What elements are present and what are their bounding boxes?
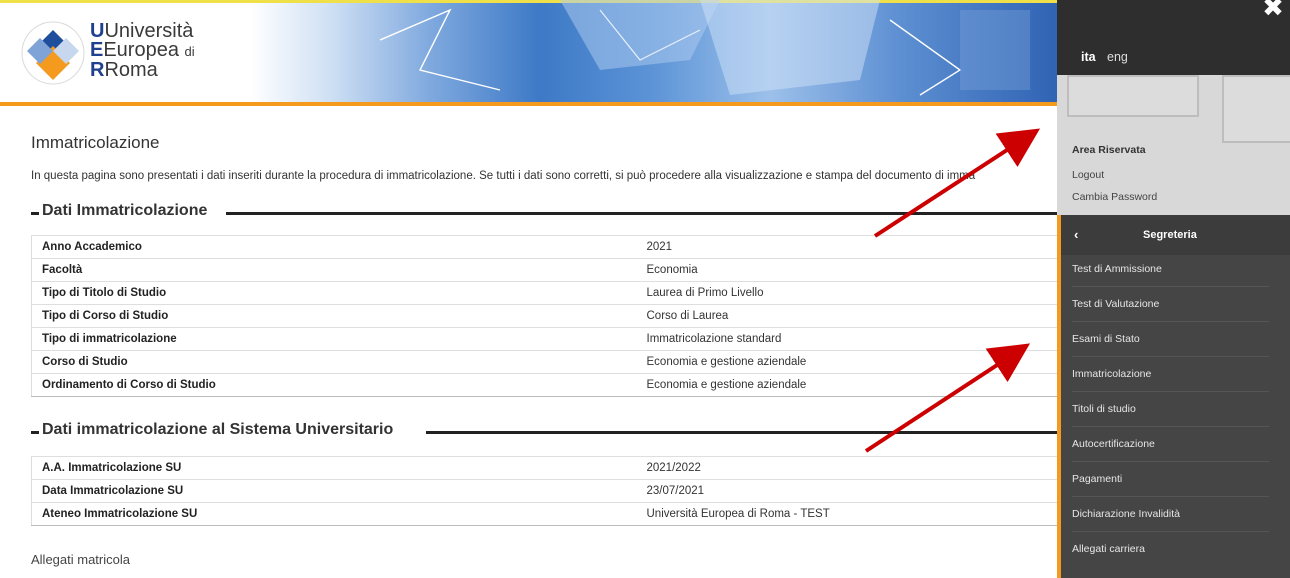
- table-row: Tipo di immatricolazione Immatricolazione…: [31, 327, 1060, 351]
- logout-link[interactable]: Logout: [1072, 169, 1104, 181]
- row-value: Corso di Laurea: [636, 304, 1060, 328]
- menu-item-immatricolazione[interactable]: Immatricolazione: [1072, 357, 1269, 392]
- table-row: Ordinamento di Corso di Studio Economia e…: [31, 373, 1060, 397]
- menu-item-autocertificazione[interactable]: Autocertificazione: [1072, 427, 1269, 462]
- table-row: A.A. Immatricolazione SU 2021/2022: [31, 456, 1060, 480]
- university-seal-icon: [21, 21, 85, 85]
- area-riservata-title: Area Riservata: [1072, 144, 1146, 156]
- language-eng[interactable]: eng: [1107, 50, 1128, 64]
- section-title: Dati Immatricolazione: [42, 202, 212, 220]
- menu-item-test-valutazione[interactable]: Test di Valutazione: [1072, 287, 1269, 322]
- table-row: Facoltà Economia: [31, 258, 1060, 282]
- logo-line-3: Roma: [104, 59, 158, 81]
- user-image-placeholder: [1067, 75, 1199, 117]
- row-value: Economia: [636, 258, 1060, 282]
- side-menu-panel: ✖ ita eng Area Riservata Logout Cambia P…: [1057, 0, 1290, 578]
- row-value: Laurea di Primo Livello: [636, 281, 1060, 305]
- row-label: Tipo di Titolo di Studio: [31, 281, 637, 305]
- sistema-universitario-table: A.A. Immatricolazione SU 2021/2022 Data I…: [31, 456, 1060, 526]
- row-value: 2021/2022: [636, 456, 1060, 480]
- side-panel-top: ✖ ita eng: [1057, 0, 1290, 75]
- university-logo[interactable]: UUniversità EEuropea di RRoma: [20, 18, 220, 90]
- chevron-left-icon[interactable]: ‹: [1074, 227, 1078, 242]
- main-content: Immatricolazione In questa pagina sono p…: [31, 106, 1060, 578]
- menu-item-pagamenti[interactable]: Pagamenti: [1072, 462, 1269, 497]
- change-password-link[interactable]: Cambia Password: [1072, 191, 1157, 203]
- table-row: Ateneo Immatricolazione SU Università Eur…: [31, 502, 1060, 526]
- table-row: Corso di Studio Economia e gestione azien…: [31, 350, 1060, 374]
- row-label: Data Immatricolazione SU: [31, 479, 637, 503]
- row-label: Tipo di Corso di Studio: [31, 304, 637, 328]
- site-header: UUniversità EEuropea di RRoma: [0, 0, 1060, 106]
- section-rule-right: [226, 212, 1060, 215]
- section-rule-left: [31, 212, 39, 215]
- menu-item-test-ammissione[interactable]: Test di Ammissione: [1072, 252, 1269, 287]
- table-row: Tipo di Titolo di Studio Laurea di Primo …: [31, 281, 1060, 305]
- menu-item-dichiarazione-invalidita[interactable]: Dichiarazione Invalidità: [1072, 497, 1269, 532]
- section-header-immatricolazione: Dati Immatricolazione: [31, 202, 1060, 222]
- section-title: Dati immatricolazione al Sistema Univers…: [42, 421, 398, 439]
- logo-line-2-suffix: di: [184, 44, 195, 59]
- menu-item-allegati-carriera[interactable]: Allegati carriera: [1072, 532, 1269, 567]
- section-rule-left: [31, 431, 39, 434]
- table-row: Tipo di Corso di Studio Corso di Laurea: [31, 304, 1060, 328]
- row-value: 23/07/2021: [636, 479, 1060, 503]
- row-value: 2021: [636, 235, 1060, 259]
- logo-wordmark: UUniversità EEuropea di RRoma: [90, 20, 195, 81]
- language-ita[interactable]: ita: [1081, 50, 1096, 64]
- immatricolazione-table: Anno Accademico 2021 Facoltà Economia Tipo…: [31, 235, 1060, 397]
- menu-item-esami-di-stato[interactable]: Esami di Stato: [1072, 322, 1269, 357]
- table-row: Data Immatricolazione SU 23/07/2021: [31, 479, 1060, 503]
- row-label: Tipo di immatricolazione: [31, 327, 637, 351]
- row-label: Corso di Studio: [31, 350, 637, 374]
- row-label: Anno Accademico: [31, 235, 637, 259]
- logo-line-2: Europea: [103, 39, 179, 61]
- section-rule-right: [426, 431, 1060, 434]
- row-label: A.A. Immatricolazione SU: [31, 456, 637, 480]
- menu-item-titoli-di-studio[interactable]: Titoli di studio: [1072, 392, 1269, 427]
- section-header-sistema-universitario: Dati immatricolazione al Sistema Univers…: [31, 421, 1060, 441]
- menu-header: ‹ Segreteria: [1057, 215, 1290, 255]
- segreteria-menu: ‹ Segreteria Test di Ammissione Test di …: [1057, 215, 1290, 578]
- row-value: Università Europea di Roma - TEST: [636, 502, 1060, 526]
- row-value: Economia e gestione aziendale: [636, 373, 1060, 397]
- attachments-title: Allegati matricola: [31, 552, 130, 567]
- menu-accent-bar: [1057, 215, 1061, 578]
- row-value: Immatricolazione standard: [636, 327, 1060, 351]
- user-avatar-placeholder: [1222, 75, 1290, 143]
- row-label: Ordinamento di Corso di Studio: [31, 373, 637, 397]
- row-label: Ateneo Immatricolazione SU: [31, 502, 637, 526]
- row-label: Facoltà: [31, 258, 637, 282]
- table-row: Anno Accademico 2021: [31, 235, 1060, 259]
- page-intro: In questa pagina sono presentati i dati …: [31, 170, 976, 182]
- close-icon[interactable]: ✖: [1260, 0, 1286, 20]
- page-title: Immatricolazione: [31, 133, 160, 152]
- menu-title: Segreteria: [1143, 229, 1197, 241]
- row-value: Economia e gestione aziendale: [636, 350, 1060, 374]
